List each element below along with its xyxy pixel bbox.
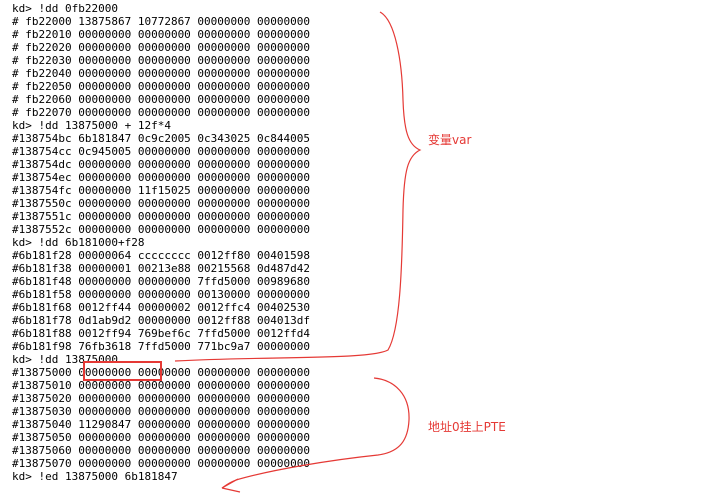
- console-command-line: kd> !ed 13875000 6b181847: [12, 470, 178, 483]
- console-memory-row: # fb22030 00000000 00000000 00000000 000…: [12, 54, 311, 67]
- console-memory-row: #13875070 00000000 00000000 00000000 000…: [12, 457, 311, 470]
- console-memory-row: # fb22020 00000000 00000000 00000000 000…: [12, 41, 311, 54]
- console-memory-row: #1387552c 00000000 00000000 00000000 000…: [12, 223, 311, 236]
- console-memory-row: #138754fc 00000000 11f15025 00000000 000…: [12, 184, 311, 197]
- console-memory-row: #138754bc 6b181847 0c9c2005 0c343025 0c8…: [12, 132, 311, 145]
- console-command-line: kd> !dd 13875000 + 12f*4: [12, 119, 171, 132]
- console-memory-row: #13875060 00000000 00000000 00000000 000…: [12, 444, 311, 457]
- console-memory-row: #6b181f48 00000000 00000000 7ffd5000 009…: [12, 275, 311, 288]
- console-command-line: kd> !dd 13875000: [12, 353, 118, 366]
- console-memory-row: #6b181f28 00000064 cccccccc 0012ff80 004…: [12, 249, 311, 262]
- console-memory-row: #13875000 00000000 00000000 00000000 000…: [12, 366, 311, 379]
- console-memory-row: #6b181f38 00000001 00213e88 00215568 0d4…: [12, 262, 311, 275]
- console-memory-row: # fb22000 13875867 10772867 00000000 000…: [12, 15, 311, 28]
- annotation-var-label: 变量var: [428, 133, 472, 147]
- console-memory-row: #6b181f78 0d1ab9d2 00000000 0012ff88 004…: [12, 314, 311, 327]
- console-memory-row: #13875030 00000000 00000000 00000000 000…: [12, 405, 311, 418]
- console-memory-row: #6b181f88 0012ff94 769bef6c 7ffd5000 001…: [12, 327, 311, 340]
- console-memory-row: # fb22050 00000000 00000000 00000000 000…: [12, 80, 311, 93]
- console-memory-row: #138754ec 00000000 00000000 00000000 000…: [12, 171, 311, 184]
- console-memory-row: #138754cc 0c945005 00000000 00000000 000…: [12, 145, 311, 158]
- console-memory-row: #138754dc 00000000 00000000 00000000 000…: [12, 158, 311, 171]
- console-memory-row: #1387550c 00000000 00000000 00000000 000…: [12, 197, 311, 210]
- console-command-line: kd> !dd 0fb22000: [12, 2, 118, 15]
- console-memory-row: #13875050 00000000 00000000 00000000 000…: [12, 431, 311, 444]
- annotation-pte-label: 地址0挂上PTE: [428, 420, 506, 434]
- console-memory-row: # fb22060 00000000 00000000 00000000 000…: [12, 93, 311, 106]
- debugger-console[interactable]: kd> !dd 0fb22000 # fb22000 13875867 10772…: [0, 0, 708, 498]
- console-command-line: kd> !dd 6b181000+f28: [12, 236, 145, 249]
- console-memory-row: #13875020 00000000 00000000 00000000 000…: [12, 392, 311, 405]
- console-memory-row: #13875010 00000000 00000000 00000000 000…: [12, 379, 311, 392]
- console-memory-row: #6b181f68 0012ff44 00000002 0012ffc4 004…: [12, 301, 311, 314]
- console-memory-row: #13875040 11290847 00000000 00000000 000…: [12, 418, 311, 431]
- console-memory-row: #6b181f58 00000000 00000000 00130000 000…: [12, 288, 311, 301]
- console-memory-row: # fb22040 00000000 00000000 00000000 000…: [12, 67, 311, 80]
- console-memory-row: # fb22010 00000000 00000000 00000000 000…: [12, 28, 311, 41]
- console-memory-row: #1387551c 00000000 00000000 00000000 000…: [12, 210, 311, 223]
- console-memory-row: #6b181f98 76fb3618 7ffd5000 771bc9a7 000…: [12, 340, 311, 353]
- console-memory-row: # fb22070 00000000 00000000 00000000 000…: [12, 106, 311, 119]
